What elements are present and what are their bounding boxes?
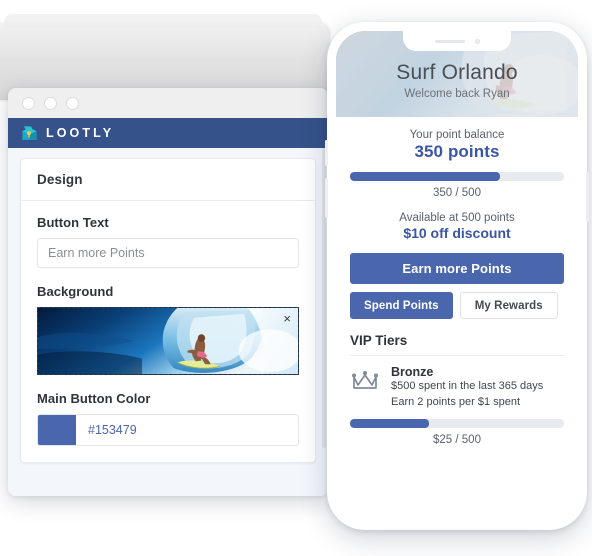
settings-page: Design Button Text Background	[8, 148, 328, 496]
vip-tier-requirement: $500 spent in the last 365 days	[391, 380, 544, 392]
window-close-dot[interactable]	[22, 96, 35, 110]
spend-points-button[interactable]: Spend Points	[350, 292, 453, 319]
treasure-chest-icon	[20, 124, 39, 143]
browser-titlebar	[8, 88, 328, 118]
card-title: Design	[37, 172, 83, 187]
front-camera-icon	[474, 38, 480, 44]
background-label: Background	[37, 284, 114, 299]
vip-tiers-heading: VIP Tiers	[350, 333, 408, 348]
color-swatch[interactable]	[38, 415, 76, 445]
phone-mockup: Surf Orlando Welcome back Ryan Your poin…	[325, 22, 589, 530]
point-balance-label: Your point balance	[409, 129, 505, 141]
vip-tier-info: Bronze $500 spent in the last 365 days E…	[391, 365, 543, 410]
next-reward-value: $10 off discount	[403, 225, 511, 241]
button-text-input[interactable]	[37, 238, 299, 268]
earn-more-points-button[interactable]: Earn more Points	[350, 253, 564, 284]
app-wordmark: LOOTLY	[46, 125, 115, 140]
main-button-color-label: Main Button Color	[37, 391, 151, 406]
loyalty-panel: Your point balance 350 points 350 / 500 …	[336, 117, 578, 446]
crown-icon	[350, 368, 380, 397]
point-progress-caption: 350 / 500	[433, 187, 481, 199]
vip-divider	[350, 355, 564, 356]
point-balance-block: Your point balance 350 points	[350, 129, 564, 162]
window-minimize-dot[interactable]	[44, 96, 57, 110]
color-hex-value[interactable]: #153479	[76, 415, 298, 445]
design-card-body: Button Text Background	[21, 201, 315, 462]
welcome-message: Welcome back Ryan	[404, 87, 510, 100]
next-reward-label: Available at 500 points	[399, 212, 515, 224]
vip-progress-bar	[350, 419, 564, 429]
vip-tier-earn-rate: Earn 2 points per $1 spent	[391, 395, 521, 408]
point-balance-value: 350 points	[414, 142, 500, 161]
phone-volume-up-button	[325, 140, 328, 166]
close-icon[interactable]: ×	[283, 312, 291, 325]
window-maximize-dot[interactable]	[66, 96, 79, 110]
secondary-action-row: Spend Points My Rewards	[350, 292, 564, 319]
design-card: Design Button Text Background	[20, 158, 316, 463]
button-text-label: Button Text	[37, 215, 109, 230]
phone-power-button	[586, 172, 589, 222]
speaker-grille-icon	[434, 39, 465, 43]
app-navbar: LOOTLY	[8, 118, 328, 148]
my-rewards-button[interactable]: My Rewards	[459, 292, 558, 319]
phone-volume-down-button	[325, 178, 328, 218]
point-progress-bar	[350, 172, 564, 181]
vip-progress-fill	[350, 419, 430, 429]
surfer-wave-image	[38, 308, 298, 374]
color-picker-row[interactable]: #153479	[37, 414, 299, 446]
vip-progress-caption: $25 / 500	[433, 434, 481, 447]
next-reward-block: Available at 500 points $10 off discount	[350, 212, 564, 241]
background-image-upload[interactable]: ×	[37, 307, 299, 375]
browser-window: LOOTLY Design Button Text Background	[8, 88, 328, 496]
design-card-header: Design	[21, 159, 315, 201]
vip-tier-row: Bronze $500 spent in the last 365 days E…	[350, 365, 564, 410]
point-progress-fill	[350, 172, 500, 181]
phone-screen: Surf Orlando Welcome back Ryan Your poin…	[336, 31, 578, 521]
vip-tier-name: Bronze	[391, 365, 434, 379]
store-name: Surf Orlando	[396, 60, 518, 84]
phone-notch	[403, 31, 511, 51]
